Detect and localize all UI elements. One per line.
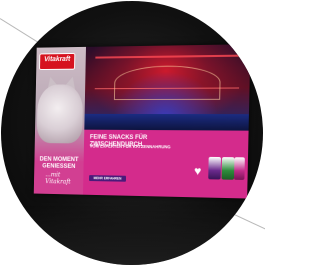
scene: Vitakraft DEN MOMENT GENIESSEN ...mit Vi… xyxy=(0,0,265,267)
billboard-left-panel: Vitakraft DEN MOMENT GENIESSEN ...mit Vi… xyxy=(33,46,86,195)
stage-arch xyxy=(113,65,221,101)
cta-label: MEHR ERFAHREN xyxy=(93,175,122,181)
heart-icon: ♥ xyxy=(193,163,202,179)
billboard-right-panel: FEINE SNACKS FÜR ZWISCHENDURCH VOM EXPER… xyxy=(82,44,251,199)
product-pack xyxy=(221,157,235,180)
left-headline: DEN MOMENT GENIESSEN xyxy=(39,156,79,170)
brand-logo-text: Vitakraft xyxy=(43,55,71,64)
product-pack xyxy=(208,156,222,180)
product-pack xyxy=(233,157,245,180)
brand-logo: Vitakraft xyxy=(39,52,76,71)
cat-image xyxy=(36,84,84,144)
cta-button: MEHR ERFAHREN xyxy=(89,175,127,182)
left-signature: ...mit Vitakraft xyxy=(45,171,71,186)
audience xyxy=(84,113,249,131)
photo-circle: Vitakraft DEN MOMENT GENIESSEN ...mit Vi… xyxy=(1,1,263,265)
floor-shadow xyxy=(1,206,263,265)
digital-billboard: Vitakraft DEN MOMENT GENIESSEN ...mit Vi… xyxy=(33,44,251,199)
stage-photo xyxy=(84,44,251,131)
